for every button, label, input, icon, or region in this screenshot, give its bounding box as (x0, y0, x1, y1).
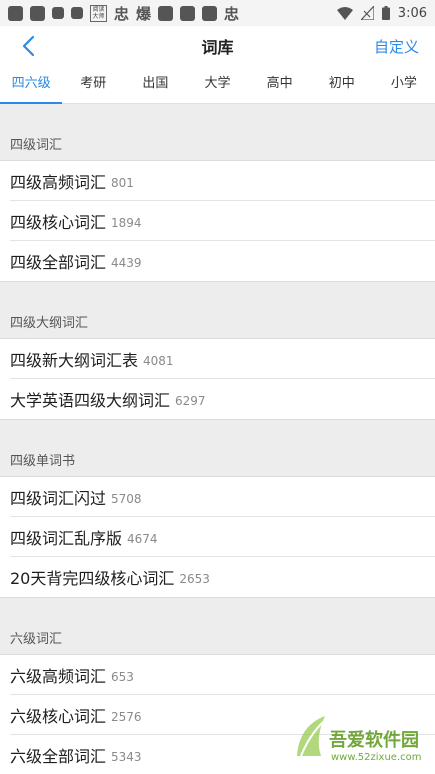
tab-5[interactable]: 初中 (311, 66, 373, 103)
page-title: 词库 (201, 38, 234, 57)
section-group: 六级高频词汇 653 六级核心词汇 2576 六级全部词汇 5343 (0, 654, 435, 774)
clock: 3:06 (397, 5, 427, 21)
tab-4[interactable]: 高中 (249, 66, 311, 103)
word-count: 4439 (111, 256, 142, 270)
tab-0[interactable]: 四六级 (0, 66, 63, 104)
chinese-app-icon: 忠 (224, 4, 240, 23)
back-icon[interactable] (18, 34, 42, 58)
wordbook-name: 四级核心词汇 (10, 212, 107, 232)
navigation-bar: 词库 自定义 (0, 26, 435, 66)
wordbook-name: 四级高频词汇 (10, 172, 107, 192)
wifi-icon (336, 6, 353, 20)
custom-button[interactable]: 自定义 (374, 36, 419, 57)
wordbook-name: 四级词汇闪过 (10, 488, 107, 508)
section-header: 六级词汇 (10, 632, 63, 647)
cellular-signal-icon (360, 6, 374, 20)
square-icon (202, 5, 218, 21)
wordbook-row[interactable]: 四级全部词汇 4439 (10, 241, 435, 281)
square-icon (8, 5, 23, 21)
wordbook-row[interactable]: 四级高频词汇 801 (10, 161, 435, 201)
wordbook-row[interactable]: 四级词汇闪过 5708 (10, 477, 435, 517)
system-status: 3:06 (336, 5, 427, 21)
tab-bar: 四六级 考研 出国 大学 高中 初中 小学 (0, 66, 435, 104)
status-bar: 阅读大师 忠 爆 忠 3:06 (0, 0, 435, 26)
wordbook-row[interactable]: 四级新大纲词汇表 4081 (10, 339, 435, 379)
wordbook-name: 四级全部词汇 (10, 253, 107, 272)
tab-1[interactable]: 考研 (62, 66, 124, 103)
wordbook-name: 六级核心词汇 (10, 706, 107, 726)
wordbook-row[interactable]: 六级全部词汇 5343 (10, 735, 435, 774)
word-count: 653 (111, 669, 134, 684)
word-count: 6297 (175, 394, 206, 408)
section-group: 四级新大纲词汇表 4081 大学英语四级大纲词汇 6297 (0, 338, 435, 420)
word-count: 5343 (111, 750, 142, 764)
section-header: 四级词汇 (10, 138, 63, 153)
wordbook-row[interactable]: 四级词汇乱序版 4674 (10, 517, 435, 557)
word-count: 801 (111, 175, 134, 190)
word-count: 2653 (179, 572, 210, 586)
word-count: 1894 (111, 215, 142, 230)
section-header: 四级单词书 (10, 454, 76, 469)
section-group: 四级词汇闪过 5708 四级词汇乱序版 4674 20天背完四级核心词汇 2653 (0, 476, 435, 598)
tab-3[interactable]: 大学 (186, 66, 248, 103)
word-count: 4674 (127, 531, 158, 546)
square-icon (71, 7, 83, 19)
battery-icon (381, 6, 390, 20)
wordbook-name: 四级词汇乱序版 (10, 528, 123, 548)
word-count: 2576 (111, 709, 142, 724)
wordbook-name: 六级全部词汇 (10, 747, 107, 766)
chinese-app-icon: 忠 (114, 4, 130, 23)
word-count: 4081 (143, 353, 174, 368)
section-header: 四级大纲词汇 (10, 316, 89, 331)
section-group: 四级高频词汇 801 四级核心词汇 1894 四级全部词汇 4439 (0, 160, 435, 282)
square-icon (158, 5, 174, 21)
app-icon (30, 5, 45, 21)
wordbook-name: 四级新大纲词汇表 (10, 350, 139, 370)
tab-2[interactable]: 出国 (124, 66, 186, 103)
wordbook-name: 20天背完四级核心词汇 (10, 569, 175, 588)
wordbook-row[interactable]: 大学英语四级大纲词汇 6297 (10, 379, 435, 419)
wordbook-name: 大学英语四级大纲词汇 (10, 391, 171, 410)
wordbook-row[interactable]: 六级核心词汇 2576 (10, 695, 435, 735)
wordbook-name: 六级高频词汇 (10, 666, 107, 686)
wordbook-row[interactable]: 六级高频词汇 653 (10, 655, 435, 695)
reading-app-icon: 阅读大师 (90, 4, 107, 22)
notification-icons: 阅读大师 忠 爆 忠 (8, 3, 239, 24)
square-icon (180, 5, 196, 21)
tab-6[interactable]: 小学 (373, 66, 435, 103)
wordbook-row[interactable]: 四级核心词汇 1894 (10, 201, 435, 241)
wordbook-list: 四级词汇 四级高频词汇 801 四级核心词汇 1894 四级全部词汇 4439 四级大纲词汇四… (0, 104, 435, 774)
chinese-app-icon: 爆 (136, 4, 152, 23)
square-icon (52, 7, 64, 19)
wordbook-row[interactable]: 20天背完四级核心词汇 2653 (10, 557, 435, 597)
word-count: 5708 (111, 491, 142, 506)
